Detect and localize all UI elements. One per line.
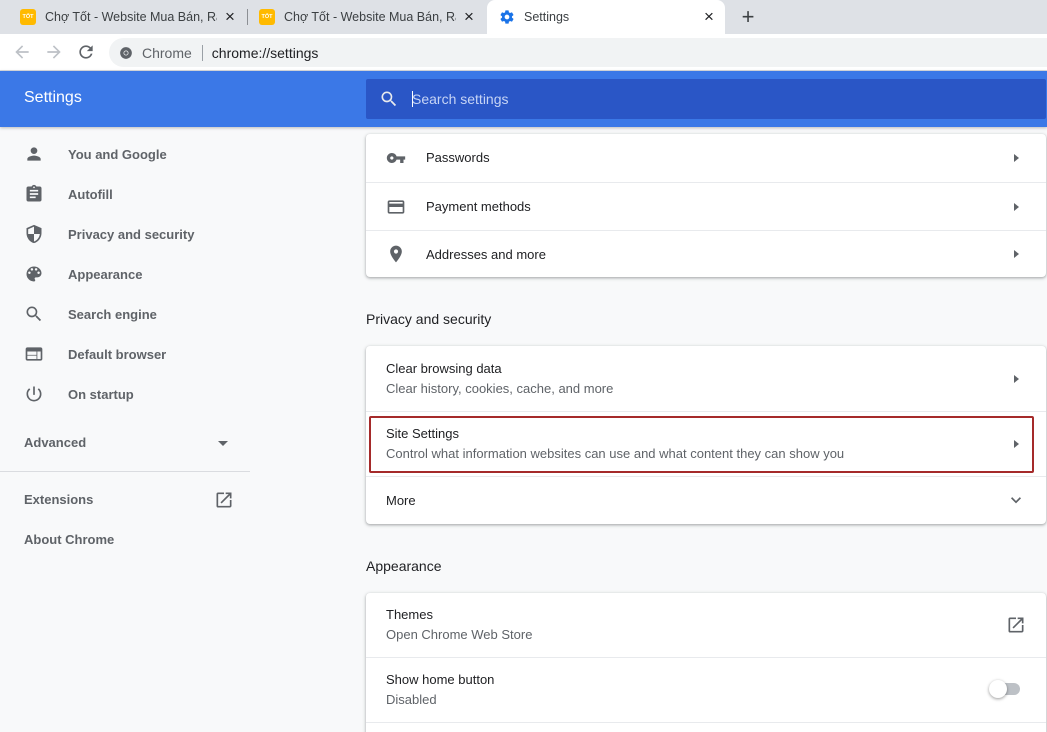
themes-row[interactable]: Themes Open Chrome Web Store xyxy=(366,593,1046,657)
sidebar-item-extensions[interactable]: Extensions xyxy=(24,492,93,507)
sidebar-item-privacy-and-security[interactable]: Privacy and security xyxy=(0,214,250,254)
omnibox-divider xyxy=(201,44,203,61)
cho-tot-favicon-icon: TỐT xyxy=(20,9,36,25)
reload-icon[interactable] xyxy=(76,42,96,62)
arrow-right-icon xyxy=(1014,250,1019,258)
arrow-right-icon xyxy=(1014,375,1019,383)
close-tab-icon[interactable]: × xyxy=(222,8,238,25)
arrow-right-icon xyxy=(1014,154,1019,162)
chrome-logo-icon xyxy=(120,46,132,59)
key-icon xyxy=(386,153,406,163)
location-pin-icon xyxy=(390,245,402,263)
row-title: More xyxy=(386,493,416,508)
sidebar-item-you-and-google[interactable]: You and Google xyxy=(0,134,250,174)
credit-card-icon xyxy=(387,200,405,214)
browser-toolbar: Chrome chrome://settings xyxy=(0,34,1047,71)
forward-arrow-icon[interactable] xyxy=(44,42,64,62)
sidebar-divider xyxy=(0,471,250,472)
toggle-knob xyxy=(989,680,1007,698)
sidebar-item-appearance[interactable]: Appearance xyxy=(0,254,250,294)
tab-title: Chợ Tốt - Website Mua Bán, Rao xyxy=(45,10,217,24)
tab-title: Settings xyxy=(524,10,570,24)
open-in-new-icon[interactable] xyxy=(214,490,234,510)
browser-icon xyxy=(25,347,43,361)
site-settings-highlight-box xyxy=(369,416,1034,473)
sidebar-item-on-startup[interactable]: On startup xyxy=(0,374,250,414)
sidebar-item-label: Autofill xyxy=(68,186,113,202)
search-icon xyxy=(381,91,397,107)
sidebar-item-label: You and Google xyxy=(68,146,167,162)
open-in-new-icon[interactable] xyxy=(1006,615,1026,635)
omnibox-site-label: Chrome xyxy=(142,44,192,61)
new-tab-plus-icon[interactable]: + xyxy=(737,6,759,28)
settings-gear-icon xyxy=(500,10,514,24)
search-icon xyxy=(26,306,42,322)
person-icon xyxy=(27,147,41,161)
tab-title: Chợ Tốt - Website Mua Bán, Rao xyxy=(284,10,456,24)
addresses-row[interactable]: Addresses and more xyxy=(366,231,1046,277)
close-tab-icon[interactable]: × xyxy=(701,8,717,25)
search-settings-input[interactable] xyxy=(412,91,1012,107)
sidebar-item-label: On startup xyxy=(68,386,134,402)
sidebar-item-search-engine[interactable]: Search engine xyxy=(0,294,250,334)
sidebar-item-label: Search engine xyxy=(68,306,157,322)
power-icon xyxy=(26,386,42,402)
tab-strip: TỐT Chợ Tốt - Website Mua Bán, Rao × TỐT… xyxy=(0,0,1047,34)
close-tab-icon[interactable]: × xyxy=(461,8,477,25)
chevron-down-icon xyxy=(1011,497,1021,504)
row-title: Themes xyxy=(386,607,433,622)
sidebar-item-label: Appearance xyxy=(68,266,143,282)
clipboard-icon xyxy=(26,184,42,202)
omnibox-url[interactable]: chrome://settings xyxy=(212,45,319,61)
row-label: Passwords xyxy=(426,150,490,165)
row-title: Clear browsing data xyxy=(386,361,502,376)
settings-header: Settings xyxy=(0,71,1047,127)
palette-icon xyxy=(26,266,42,282)
sidebar-item-about-chrome[interactable]: About Chrome xyxy=(24,532,114,547)
passwords-row[interactable]: Passwords xyxy=(366,134,1046,182)
row-label: Payment methods xyxy=(426,199,531,214)
address-bar[interactable]: Chrome chrome://settings xyxy=(109,38,1047,67)
browser-tab[interactable]: TỐT Chợ Tốt - Website Mua Bán, Rao × xyxy=(247,0,485,34)
appearance-section-title: Appearance xyxy=(366,558,442,574)
browser-tab[interactable]: TỐT Chợ Tốt - Website Mua Bán, Rao × xyxy=(8,0,246,34)
payment-methods-row[interactable]: Payment methods xyxy=(366,183,1046,231)
row-subtitle: Open Chrome Web Store xyxy=(386,627,533,642)
show-home-button-toggle[interactable] xyxy=(989,680,1023,698)
autofill-card: Passwords Payment methods Addresses and … xyxy=(366,134,1046,277)
privacy-section-title: Privacy and security xyxy=(366,311,492,327)
show-home-button-row[interactable]: Show home button Disabled xyxy=(366,658,1046,722)
row-label: Addresses and more xyxy=(426,247,546,262)
shield-icon xyxy=(26,224,42,244)
sidebar-item-label: Default browser xyxy=(68,346,167,362)
row-subtitle: Clear history, cookies, cache, and more xyxy=(386,381,614,396)
page-title: Settings xyxy=(24,89,82,106)
chevron-down-icon[interactable] xyxy=(218,441,228,446)
clear-browsing-data-row[interactable]: Clear browsing data Clear history, cooki… xyxy=(366,346,1046,411)
cho-tot-favicon-icon: TỐT xyxy=(259,9,275,25)
sidebar-item-autofill[interactable]: Autofill xyxy=(0,174,250,214)
browser-tab-active[interactable]: Settings × xyxy=(487,0,725,34)
row-subtitle: Disabled xyxy=(386,692,437,707)
row-title: Show home button xyxy=(386,672,495,687)
privacy-more-row[interactable]: More xyxy=(366,477,1046,524)
arrow-right-icon xyxy=(1014,203,1019,211)
back-arrow-icon[interactable] xyxy=(12,42,32,62)
search-settings-box[interactable] xyxy=(366,79,1046,119)
appearance-card: Themes Open Chrome Web Store Show home b… xyxy=(366,593,1046,732)
sidebar-item-label: Privacy and security xyxy=(68,226,195,242)
sidebar-advanced-toggle[interactable]: Advanced xyxy=(24,435,86,450)
sidebar-item-default-browser[interactable]: Default browser xyxy=(0,334,250,374)
row-divider xyxy=(366,722,1046,723)
